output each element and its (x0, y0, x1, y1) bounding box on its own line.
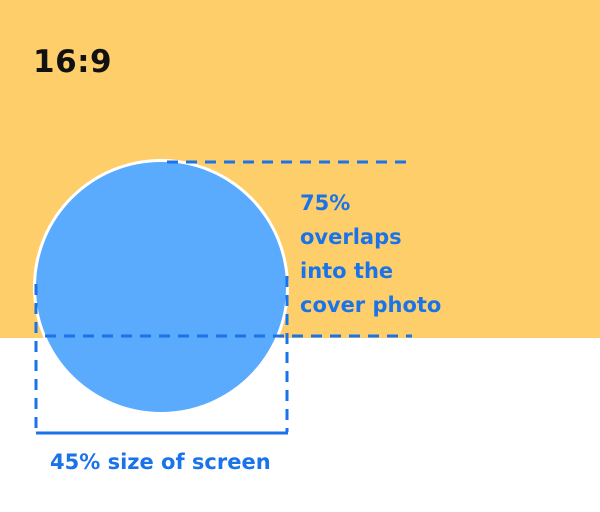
avatar-circle (36, 162, 286, 412)
overlap-annotation: 75% overlaps into the cover photo (300, 186, 441, 322)
overlap-line: into the (300, 259, 394, 283)
overlap-line: 75% (300, 191, 351, 215)
overlap-line: overlaps (300, 225, 402, 249)
overlap-line: cover photo (300, 293, 442, 317)
size-caption: 45% size of screen (50, 450, 271, 474)
